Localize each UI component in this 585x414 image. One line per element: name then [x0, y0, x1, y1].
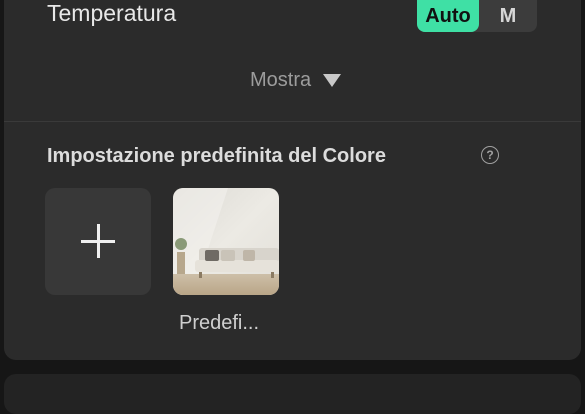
temperature-mode-toggle: Auto M	[417, 0, 537, 32]
preset-label: Predefi...	[179, 312, 260, 334]
color-preset-title: Impostazione predefinita del Colore	[47, 145, 386, 167]
next-panel	[4, 374, 581, 414]
caret-down-icon	[323, 73, 342, 87]
show-more-label: Mostra	[250, 69, 312, 91]
section-divider	[4, 121, 581, 122]
preset-thumbnail[interactable]	[173, 188, 279, 295]
show-more-button[interactable]: Mostra	[250, 68, 342, 92]
add-preset-button[interactable]	[45, 188, 151, 295]
color-settings-panel: Temperatura Auto M Mostra Impostazione p…	[4, 0, 581, 360]
help-icon[interactable]: ?	[481, 146, 499, 164]
living-room-preview-image	[173, 188, 279, 295]
temperature-label: Temperatura	[47, 0, 177, 26]
manual-mode-button[interactable]: M	[479, 0, 537, 32]
auto-mode-button[interactable]: Auto	[417, 0, 479, 32]
